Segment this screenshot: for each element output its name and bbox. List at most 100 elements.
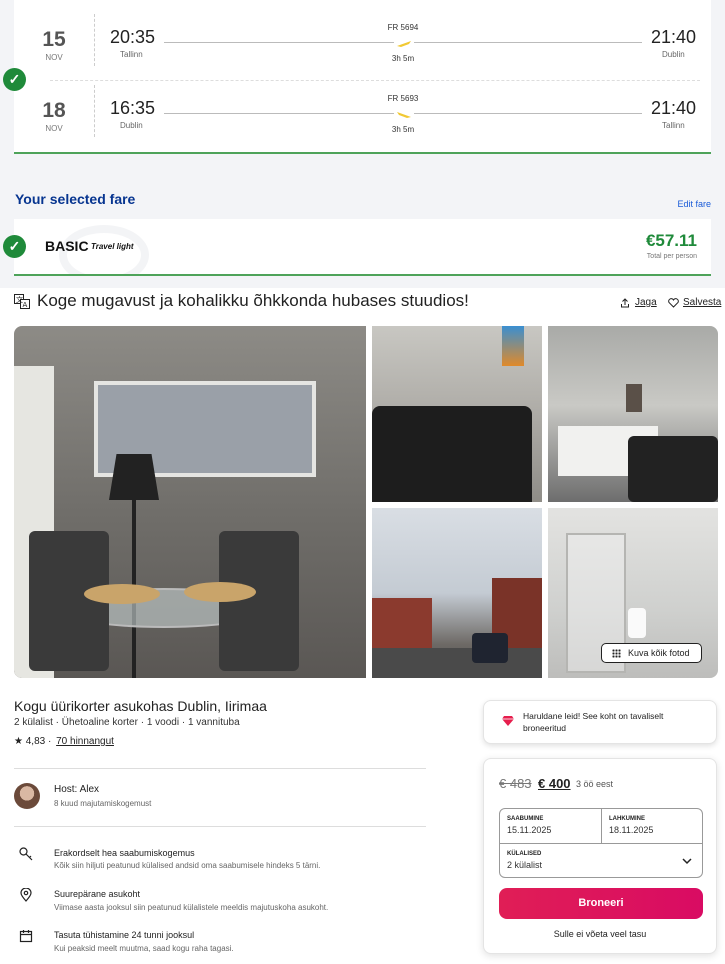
departure-time: 20:35 bbox=[110, 27, 156, 47]
plane-icon bbox=[397, 112, 411, 118]
host-avatar[interactable] bbox=[14, 783, 40, 809]
route-line bbox=[414, 113, 642, 114]
arrival-time: 21:40 bbox=[651, 27, 697, 47]
arrival-city: Tallinn bbox=[662, 121, 685, 130]
flight-leg-return: 18 NOV 16:35 Dublin FR 5693 3h 5m 21:40 … bbox=[14, 81, 711, 147]
feature-description: Viimase aasta jooksul siin peatunud küla… bbox=[54, 903, 329, 912]
divider bbox=[14, 826, 426, 827]
guests-label: KÜLALISED bbox=[507, 851, 542, 857]
wall-art bbox=[502, 326, 524, 366]
checkmark-icon: ✓ bbox=[3, 235, 26, 258]
photo-bedroom[interactable] bbox=[548, 326, 718, 502]
translate-icon: 文 A bbox=[14, 294, 30, 309]
fare-price: €57.11 bbox=[645, 231, 697, 250]
rating-row: ★ 4,83 · 70 hinnangut bbox=[14, 736, 114, 747]
leg-day-number: 15 bbox=[42, 28, 66, 51]
svg-text:A: A bbox=[23, 301, 28, 309]
photo-living-sofa[interactable] bbox=[372, 326, 542, 502]
no-charge-note: Sulle ei võeta veel tasu bbox=[553, 929, 647, 939]
star-icon: ★ bbox=[14, 736, 23, 747]
host-experience: 8 kuud majutamiskogemust bbox=[54, 799, 152, 808]
route-line bbox=[414, 42, 642, 43]
photo-street[interactable] bbox=[372, 508, 542, 678]
sofa bbox=[372, 406, 532, 502]
flight-number: FR 5694 bbox=[387, 23, 419, 32]
feature-description: Kõik siin hiljuti peatunud külalised and… bbox=[54, 861, 321, 870]
flight-summary-area: 15 NOV 20:35 Tallinn FR 5694 3h 5m 21:40… bbox=[0, 0, 725, 288]
dot-separator: · bbox=[48, 736, 52, 747]
fare-subtitle: Travel light bbox=[91, 242, 134, 251]
feature-title: Erakordselt hea saabumiskogemus bbox=[54, 848, 195, 858]
location-pin-icon bbox=[20, 888, 32, 902]
share-icon[interactable] bbox=[620, 298, 630, 308]
place-title: Kogu üürikorter asukohas Dublin, Iirimaa bbox=[14, 698, 267, 714]
arrival-time: 21:40 bbox=[651, 98, 697, 118]
leg-day-number: 18 bbox=[42, 99, 66, 122]
nights-label: 3 öö eest bbox=[576, 779, 614, 789]
car bbox=[472, 633, 508, 663]
show-all-label: Kuva kõik fotod bbox=[628, 648, 690, 658]
listing-title: Koge mugavust ja kohalikku õhkkonda huba… bbox=[37, 291, 469, 310]
route-line bbox=[164, 113, 394, 114]
key-icon bbox=[19, 847, 33, 861]
fare-card: BASIC Travel light €57.11 Total per pers… bbox=[14, 219, 711, 276]
departure-time: 16:35 bbox=[110, 98, 156, 118]
place-summary: 2 külalist · Ühetoaline korter · 1 voodi… bbox=[14, 717, 240, 728]
edit-fare-link[interactable]: Edit fare bbox=[677, 199, 711, 209]
placemat bbox=[84, 584, 160, 604]
checkout-value: 18.11.2025 bbox=[609, 825, 654, 835]
sofa bbox=[628, 436, 718, 502]
guests-value: 2 külalist bbox=[507, 860, 543, 870]
placemat bbox=[184, 582, 256, 602]
discounted-price[interactable]: € 400 bbox=[538, 776, 571, 791]
flight-duration: 3h 5m bbox=[391, 125, 415, 134]
fare-price-note: Total per person bbox=[646, 253, 697, 260]
flight-duration: 3h 5m bbox=[391, 54, 415, 63]
toilet bbox=[628, 608, 646, 638]
heart-icon[interactable] bbox=[668, 298, 679, 308]
calendar-icon bbox=[19, 930, 33, 943]
share-button[interactable]: Jaga bbox=[635, 297, 657, 308]
feature-title: Tasuta tühistamine 24 tunni jooksul bbox=[54, 930, 195, 940]
chevron-down-icon[interactable] bbox=[682, 857, 692, 865]
reserve-button[interactable]: Broneeri bbox=[499, 888, 703, 919]
leg-month: NOV bbox=[45, 124, 63, 133]
guests-field[interactable]: KÜLALISED 2 külalist bbox=[500, 844, 704, 879]
original-price: € 483 bbox=[499, 776, 532, 791]
feature-title: Suurepärane asukoht bbox=[54, 889, 141, 899]
grid-icon bbox=[612, 649, 621, 658]
checkout-field[interactable]: LAHKUMINE 18.11.2025 bbox=[602, 809, 704, 843]
leg-month: NOV bbox=[45, 53, 63, 62]
checkout-label: LAHKUMINE bbox=[609, 816, 645, 822]
save-button[interactable]: Salvesta bbox=[683, 297, 721, 308]
rating-value: 4,83 bbox=[25, 736, 46, 747]
feature-description: Kui peaksid meelt muutma, saad kogu raha… bbox=[54, 944, 234, 953]
plane-icon bbox=[397, 41, 411, 47]
flight-leg-outbound: 15 NOV 20:35 Tallinn FR 5694 3h 5m 21:40… bbox=[14, 10, 711, 76]
checkmark-icon: ✓ bbox=[3, 68, 26, 91]
reviews-link[interactable]: 70 hinnangut bbox=[56, 736, 114, 747]
divider bbox=[14, 768, 426, 769]
booking-card: € 483 € 400 3 öö eest SAABUMINE 15.11.20… bbox=[483, 758, 717, 954]
dates-guests-box: SAABUMINE 15.11.2025 LAHKUMINE 18.11.202… bbox=[499, 808, 703, 878]
photo-main-dining[interactable] bbox=[14, 326, 366, 678]
checkin-value: 15.11.2025 bbox=[507, 825, 552, 835]
show-all-photos-button[interactable]: Kuva kõik fotod bbox=[601, 643, 702, 663]
leg-separator bbox=[94, 14, 95, 66]
leg-date: 18 NOV bbox=[34, 99, 74, 133]
road bbox=[372, 648, 542, 678]
route-line bbox=[164, 42, 394, 43]
gem-icon bbox=[502, 716, 514, 726]
flight-card: 15 NOV 20:35 Tallinn FR 5694 3h 5m 21:40… bbox=[14, 0, 711, 154]
checkin-field[interactable]: SAABUMINE 15.11.2025 bbox=[500, 809, 601, 843]
departure-city: Dublin bbox=[120, 121, 143, 130]
rare-find-text: Haruldane leid! See koht on tavaliselt b… bbox=[523, 711, 664, 733]
arrival-city: Dublin bbox=[662, 50, 685, 59]
rare-find-card: Haruldane leid! See koht on tavaliselt b… bbox=[483, 700, 717, 744]
leg-separator bbox=[94, 85, 95, 137]
leg-date: 15 NOV bbox=[34, 28, 74, 62]
fare-name: BASIC bbox=[45, 238, 89, 254]
departure-city: Tallinn bbox=[120, 50, 143, 59]
fare-section-title: Your selected fare bbox=[15, 191, 136, 207]
wall-art bbox=[626, 384, 642, 412]
